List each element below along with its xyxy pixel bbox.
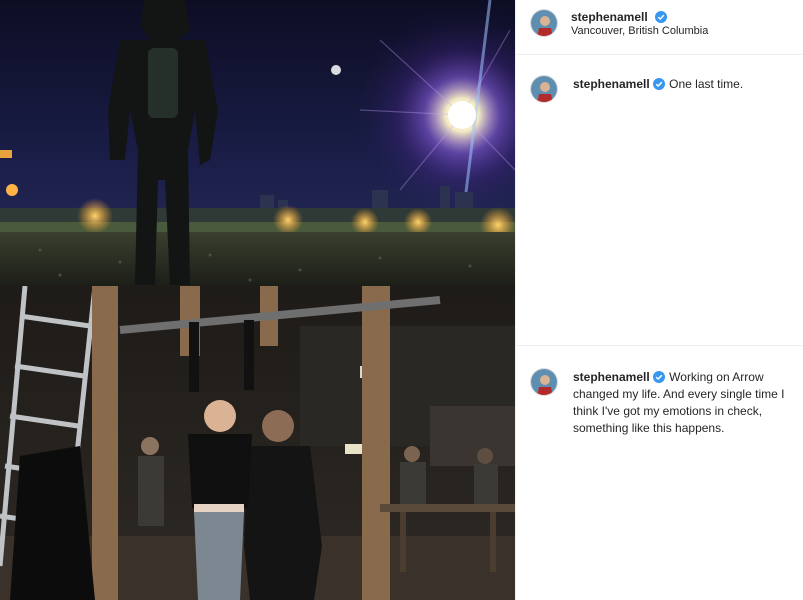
avatar[interactable]: [530, 368, 558, 396]
profile-picture-icon: [531, 76, 557, 102]
rooftop-night-image: [0, 0, 515, 286]
caption-block-2: stephenamell Working on Arrow changed my…: [516, 346, 803, 600]
caption-line-3: think I've got my emotions in check,: [573, 404, 763, 418]
caption-username[interactable]: stephenamell: [573, 77, 650, 91]
post-header: stephenamell Vancouver, British Columbia: [516, 0, 803, 54]
avatar[interactable]: [530, 9, 558, 37]
caption-line-1: Working on Arrow: [669, 370, 764, 384]
verified-badge-icon: [652, 78, 665, 90]
profile-picture-icon: [531, 10, 557, 36]
verified-badge-icon: [652, 371, 665, 383]
post-username[interactable]: stephenamell: [571, 10, 648, 24]
studio-set-image: [0, 286, 515, 600]
avatar[interactable]: [530, 75, 558, 103]
verified-badge-icon: [655, 11, 668, 23]
post-photo-top[interactable]: [0, 0, 515, 286]
caption-line-2: changed my life. And every single time I: [573, 387, 785, 401]
profile-picture-icon: [531, 369, 557, 395]
caption-line-4: something like this happens.: [573, 421, 725, 435]
caption-text: One last time.: [669, 77, 744, 91]
post-location[interactable]: Vancouver, British Columbia: [571, 25, 708, 37]
caption-block-1: stephenamell One last time.: [516, 55, 803, 345]
caption-username[interactable]: stephenamell: [573, 370, 650, 384]
post-photo-bottom[interactable]: [0, 286, 515, 600]
